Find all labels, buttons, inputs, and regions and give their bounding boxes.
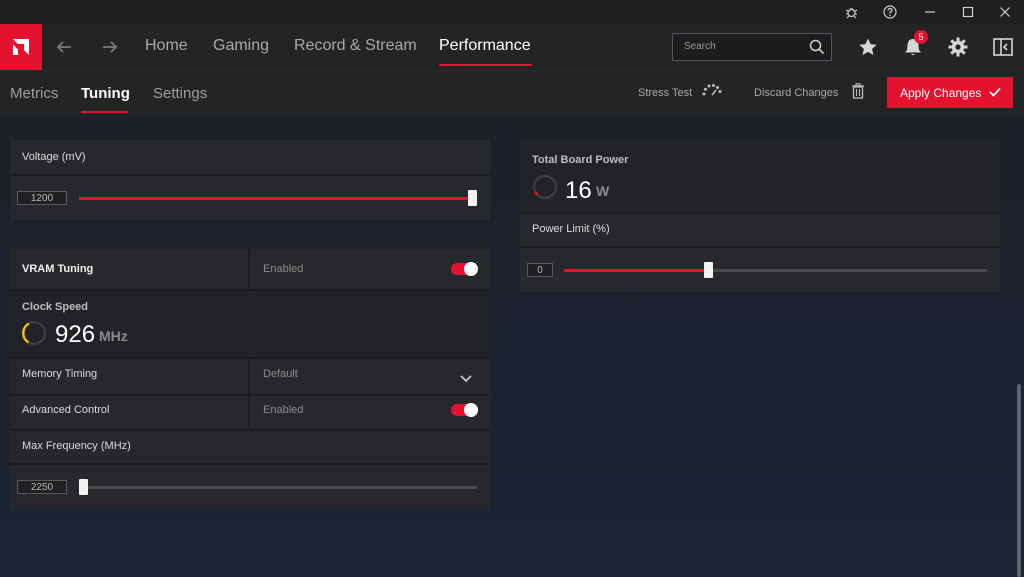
row-divider [10, 463, 490, 465]
chevron-down-icon [460, 370, 472, 388]
row-divider [520, 246, 1000, 248]
row-divider [10, 429, 490, 431]
clock-speed-gauge-icon [20, 319, 48, 352]
voltage-slider-thumb[interactable] [468, 190, 477, 206]
voltage-card: Voltage (mV) 1200 [10, 140, 490, 220]
apply-changes-button[interactable]: Apply Changes [887, 77, 1013, 108]
card-divider [10, 174, 490, 176]
search-box[interactable]: Search [672, 33, 832, 61]
notification-count-badge: 5 [914, 30, 928, 44]
board-power-gauge-icon [531, 173, 559, 206]
search-icon[interactable] [809, 39, 825, 60]
nav-tab-performance[interactable]: Performance [439, 37, 531, 55]
sub-tab-settings[interactable]: Settings [153, 85, 207, 102]
advanced-control-state: Enabled [263, 404, 304, 416]
minimize-icon[interactable] [915, 2, 945, 22]
memory-timing-label: Memory Timing [22, 368, 98, 380]
max-frequency-value-input[interactable]: 2250 [17, 480, 67, 494]
back-arrow-icon[interactable] [52, 35, 76, 59]
total-board-power-label: Total Board Power [532, 154, 629, 166]
row-divider [10, 394, 490, 396]
discard-changes-button[interactable]: Discard Changes [754, 87, 838, 99]
total-board-power-unit: W [596, 183, 610, 199]
title-bar [0, 0, 1024, 24]
power-limit-label: Power Limit (%) [532, 223, 610, 235]
max-frequency-slider-thumb[interactable] [79, 479, 88, 495]
forward-arrow-icon[interactable] [98, 35, 122, 59]
clock-speed-unit: MHz [99, 328, 128, 344]
voltage-slider[interactable] [79, 190, 477, 206]
memory-timing-dropdown[interactable]: Default [250, 359, 490, 394]
power-card: Total Board Power 16 W Power Limit (%) 0 [520, 140, 1000, 292]
voltage-label: Voltage (mV) [22, 151, 86, 163]
max-frequency-label: Max Frequency (MHz) [22, 440, 131, 452]
advanced-control-label: Advanced Control [22, 404, 110, 416]
nav-tab-gaming[interactable]: Gaming [213, 37, 269, 55]
checkmark-icon [989, 86, 1001, 100]
sub-nav-bar: Metrics Tuning Settings Stress Test Disc… [0, 70, 1024, 116]
max-frequency-slider[interactable] [79, 479, 477, 495]
scrollbar[interactable] [1017, 384, 1021, 577]
sub-tab-metrics[interactable]: Metrics [10, 85, 58, 102]
tuning-content: Voltage (mV) 1200 VRAM Tuning Enabled Cl… [0, 116, 1024, 577]
voltage-slider-fill [79, 197, 477, 200]
trash-icon[interactable] [851, 83, 865, 104]
sidebar-panel-icon[interactable] [990, 34, 1016, 60]
clock-speed-panel: Clock Speed 926 MHz [10, 291, 490, 357]
stress-test-gauge-icon[interactable] [701, 83, 723, 102]
stress-test-button[interactable]: Stress Test [638, 87, 692, 99]
help-icon[interactable] [875, 2, 905, 22]
main-nav-bar: Home Gaming Record & Stream Performance … [0, 24, 1024, 70]
apply-changes-label: Apply Changes [900, 85, 982, 100]
advanced-control-toggle[interactable] [451, 403, 478, 417]
sub-tab-indicator [81, 111, 128, 113]
nav-tab-home[interactable]: Home [145, 37, 188, 55]
power-limit-slider-thumb[interactable] [704, 262, 713, 278]
memory-timing-value: Default [263, 368, 298, 380]
clock-speed-label: Clock Speed [22, 301, 89, 313]
column-divider [248, 396, 250, 429]
amd-logo[interactable] [0, 24, 42, 70]
toggle-knob [464, 262, 478, 276]
close-icon[interactable] [990, 2, 1020, 22]
power-limit-slider[interactable] [564, 262, 987, 278]
vram-tuning-card: VRAM Tuning Enabled Clock Speed 926 MHz … [10, 249, 490, 509]
settings-gear-icon[interactable] [945, 34, 971, 60]
row-divider [520, 212, 1000, 214]
vram-tuning-state: Enabled [263, 263, 304, 275]
voltage-value-input[interactable]: 1200 [17, 191, 67, 205]
total-board-power-panel: Total Board Power 16 W [520, 140, 1000, 212]
column-divider [248, 249, 250, 289]
power-limit-slider-fill [564, 269, 708, 272]
active-tab-indicator [439, 64, 532, 66]
sub-tab-tuning[interactable]: Tuning [81, 85, 130, 102]
nav-tab-record-stream[interactable]: Record & Stream [294, 37, 417, 55]
power-limit-value-input[interactable]: 0 [527, 263, 553, 277]
clock-speed-value: 926 [55, 321, 96, 348]
maximize-icon[interactable] [953, 2, 983, 22]
search-placeholder: Search [684, 41, 716, 52]
bug-report-icon[interactable] [836, 2, 866, 22]
total-board-power-value: 16 [565, 177, 592, 204]
vram-tuning-toggle[interactable] [451, 262, 478, 276]
toggle-knob [464, 403, 478, 417]
vram-tuning-label: VRAM Tuning [22, 263, 94, 275]
favorites-star-icon[interactable] [855, 34, 881, 60]
